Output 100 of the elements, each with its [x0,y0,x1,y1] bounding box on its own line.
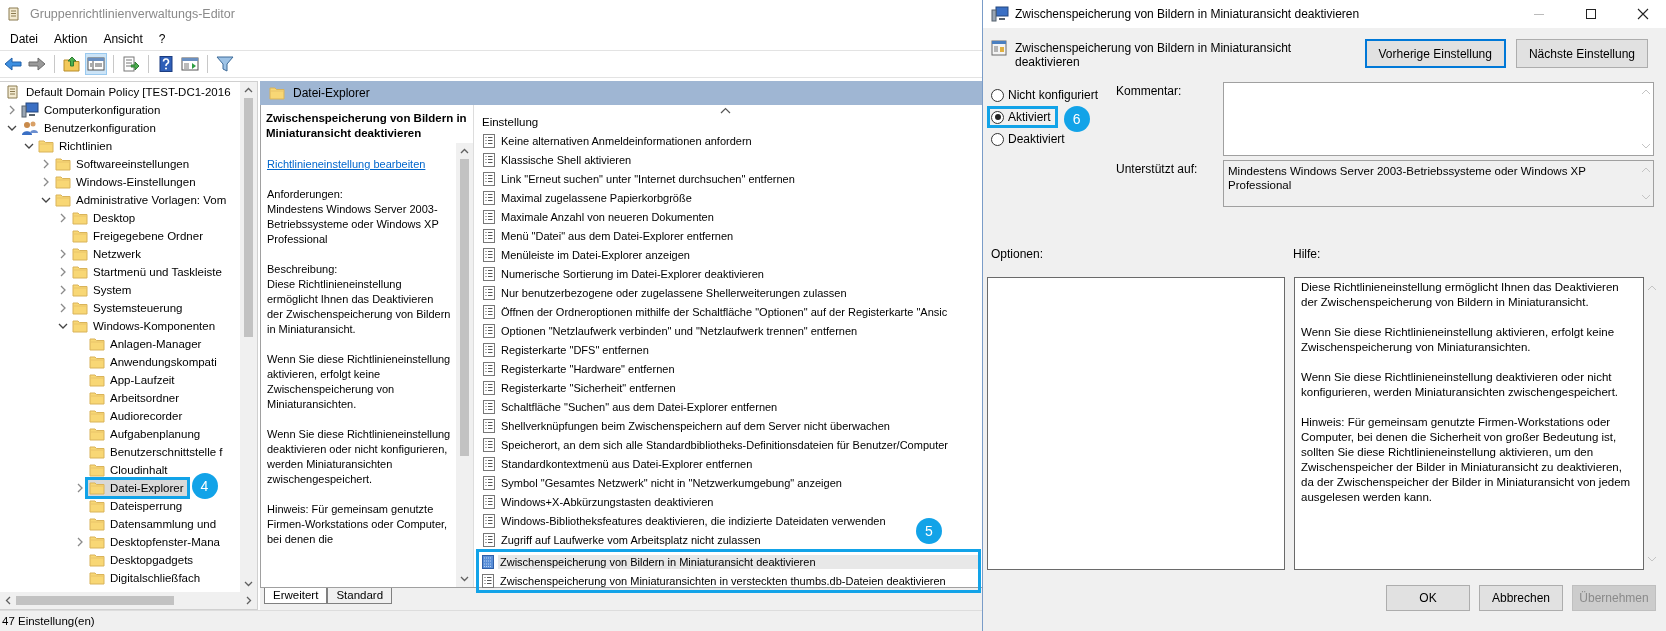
chevron-down-icon[interactable] [41,196,51,204]
tree-item[interactable]: Benutzerschnittstelle f [88,444,226,460]
tree-item[interactable]: Netzwerk [71,246,144,262]
menu-item[interactable]: Aktion [46,30,96,48]
chevron-right-icon[interactable] [76,537,84,547]
nav-button[interactable]: Vorherige Einstellung [1364,39,1506,68]
scrollbar[interactable] [456,143,473,587]
supported-platforms-field: Mindestens Windows Server 2003-Betriebssysteme oder Windows XP Professional [1223,160,1654,207]
tree-item[interactable]: Desktop [71,210,139,226]
tree-item[interactable]: App-Laufzeit [88,372,178,388]
view-tab[interactable]: Standard [327,588,393,604]
tree-item[interactable]: Datei-Explorer [88,480,187,496]
policy-setting-row[interactable]: Zugriff auf Laufwerke vom Arbeitsplatz nicht zulassen [480,530,763,549]
scroll-down-icon[interactable] [460,576,469,582]
status-text: 47 Einstellung(en) [2,615,95,627]
field-label: Unterstützt auf: [1115,161,1199,178]
chevron-right-icon[interactable] [59,213,67,223]
chevron-right-icon[interactable] [42,177,50,187]
tree-item[interactable]: System [71,282,135,298]
radio-button[interactable]: Aktiviert [987,106,1058,128]
policy-setting-row[interactable]: Nur benutzerbezogene oder zugelassene Shellerweiterungen zulassen [480,283,849,302]
tree-item[interactable]: Startmenü und Taskleiste [71,264,225,280]
policy-setting-row[interactable]: Keine alternativen Anmeldeinformationen anfordern [480,131,754,150]
edit-policy-link[interactable]: Richtlinieneinstellung bearbeiten [267,158,426,170]
maximize-icon [1585,8,1597,20]
policy-setting-row[interactable]: Schaltfläche "Suchen" aus dem Datei-Explorer entfernen [480,397,780,416]
scroll-thumb[interactable] [460,159,469,456]
chevron-right-icon[interactable] [59,267,67,277]
scroll-up-icon[interactable] [460,148,469,154]
scrollbar[interactable] [240,82,257,592]
policy-document-icon [483,475,495,490]
menu-item[interactable]: ? [150,30,174,48]
tree-item[interactable]: Anwendungskompati [88,354,220,370]
folder-up-icon [63,56,81,72]
tree-item[interactable]: Dateisperrung [88,498,186,514]
tree-item[interactable]: Desktopgadgets [88,552,197,568]
scroll-left-icon[interactable] [5,596,11,605]
policy-setting-row[interactable]: Standardkontextmenü aus Datei-Explorer entfernen [480,454,755,473]
help-text: Diese Richtlinieneinstellung ermöglicht Ihnen das Deaktivieren der Zwischenspeicherung von Bildern in Miniaturansicht. [1301,280,1620,310]
tree-item[interactable]: Audiorecorder [88,408,186,424]
tree-item[interactable]: Softwareeinstellungen [54,156,193,172]
tree-item[interactable]: Systemsteuerung [71,300,186,316]
view-tab[interactable]: Erweitert [264,588,328,604]
chevron-right-icon[interactable] [76,483,84,493]
policy-setting-row[interactable]: Numerische Sortierung im Datei-Explorer deaktivieren [480,264,766,283]
policy-setting-row[interactable]: Link "Erneut suchen" unter "Internet durchsuchen" entfernen [480,169,797,188]
policy-setting-row[interactable]: Klassische Shell aktivieren [480,150,634,169]
policy-setting-row[interactable]: Menüleiste im Datei-Explorer anzeigen [480,245,692,264]
chevron-right-icon[interactable] [59,249,67,259]
tree-item[interactable]: Windows-Einstellungen [54,174,199,190]
column-header[interactable]: Einstellung [482,116,539,131]
tree-item[interactable]: Freigegebene Ordner [71,228,206,244]
policy-setting-row[interactable]: Windows+X-Abkürzungstasten deaktivieren [480,492,716,511]
scroll-right-icon[interactable] [246,596,252,605]
menu-item[interactable]: Datei [2,30,46,48]
policy-setting-row[interactable]: Registerkarte "DFS" entfernen [480,340,651,359]
chevron-down-icon[interactable] [7,124,17,132]
chevron-down-icon[interactable] [24,142,34,150]
policy-setting-row[interactable]: Shellverknüpfungen beim Zwischenspeichern auf dem Server nicht überwachen [480,416,892,435]
dialog-button[interactable]: OK [1386,585,1470,611]
tree-item[interactable]: Benutzerkonfiguration [20,119,159,137]
dialog-button[interactable]: Abbrechen [1479,585,1563,611]
tree-item[interactable]: Richtlinien [37,138,116,154]
tree-item[interactable]: Windows-Komponenten [71,318,219,334]
chevron-right-icon[interactable] [42,159,50,169]
scroll-up-icon[interactable] [244,87,253,93]
tree-item[interactable]: Cloudinhalt [88,462,171,478]
chevron-right-icon[interactable] [8,105,16,115]
tree-item[interactable]: Digitalschließfach [88,570,204,586]
policy-setting-row[interactable]: Symbol "Gesamtes Netzwerk" nicht in "Netzwerkumgebung" anzeigen [480,473,844,492]
tree-item[interactable]: Datensammlung und [88,516,220,532]
window-title: Gruppenrichtlinienverwaltungs-Editor [30,7,235,21]
policy-setting-row[interactable]: Speicherort, an dem sich alle Standardbibliotheks-Definitionsdateien für Benutzer/Computer [480,435,950,454]
tree-item[interactable]: Computerkonfiguration [20,101,164,119]
policy-setting-row[interactable]: Optionen "Netzlaufwerk verbinden" und "Netzlaufwerk trennen" entfernen [480,321,860,340]
policy-setting-row[interactable]: Registerkarte "Hardware" entfernen [480,359,677,378]
tree-item[interactable]: Default Domain Policy [TEST-DC1-2016 [4,83,234,101]
policy-setting-row[interactable]: Maximale Anzahl von neueren Dokumenten [480,207,716,226]
scroll-down-icon[interactable] [244,581,253,587]
policy-setting-row[interactable]: Menü "Datei" aus dem Datei-Explorer entfernen [480,226,736,245]
scroll-thumb[interactable] [244,98,253,337]
chevron-right-icon[interactable] [59,303,67,313]
nav-button[interactable]: Nächste Einstellung [1515,39,1648,68]
radio-button[interactable]: Nicht konfiguriert [987,84,1106,106]
tree-item[interactable]: Aufgabenplanung [88,426,204,442]
tree-item[interactable]: Arbeitsordner [88,390,183,406]
scroll-thumb[interactable] [16,596,174,605]
policy-setting-row[interactable]: Registerkarte "Sicherheit" entfernen [480,378,678,397]
play-panel-icon [181,56,199,72]
chevron-right-icon[interactable] [59,285,67,295]
policy-setting-row[interactable]: Windows-Bibliotheksfeatures deaktivieren, die indizierte Dateidaten verwenden [480,511,888,530]
policy-setting-row[interactable]: Maximal zugelassene Papierkorbgröße [480,188,694,207]
tree-item[interactable]: Anlagen-Manager [88,336,205,352]
scrollbar[interactable] [0,592,257,609]
policy-setting-row[interactable]: Öffnen der Ordneroptionen mithilfe der Schaltfläche "Optionen" auf der Registerkarte "Ansic [480,302,950,321]
tree-item[interactable]: Administrative Vorlagen: Vom [54,192,230,208]
tree-item[interactable]: Desktopfenster-Mana [88,534,223,550]
chevron-down-icon[interactable] [58,322,68,330]
policy-setting-row[interactable]: Zwischenspeicherung von Miniaturansichten in versteckten thumbs.db-Dateien deaktivieren [479,571,948,590]
menu-item[interactable]: Ansicht [95,30,151,48]
